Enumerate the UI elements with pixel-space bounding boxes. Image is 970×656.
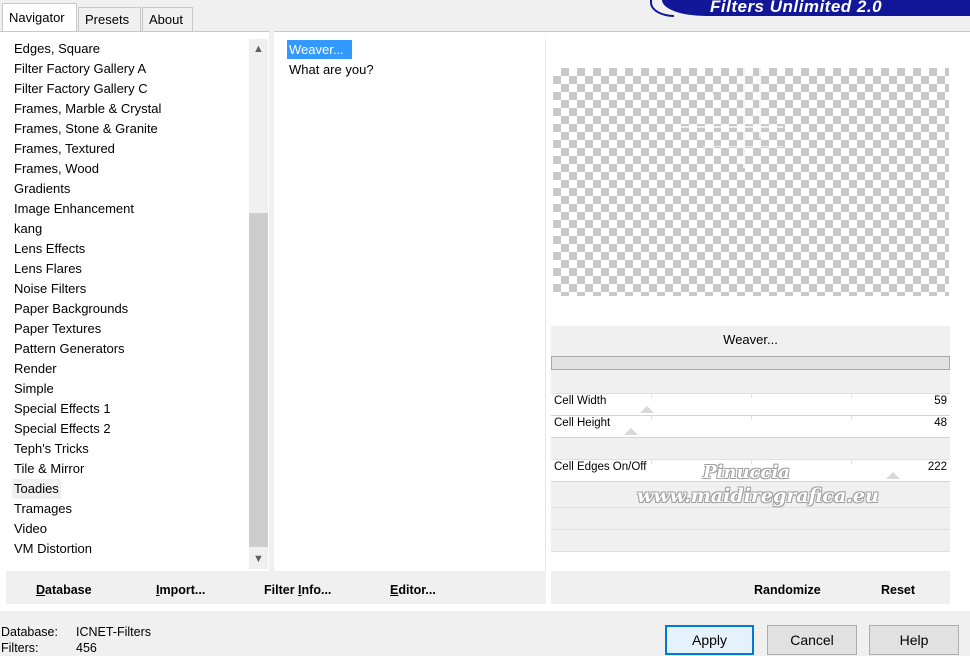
category-item[interactable]: VM Distortion xyxy=(12,539,94,559)
param-row-spacer xyxy=(551,372,950,394)
chevron-down-icon: ▼ xyxy=(253,553,264,565)
param-slider-row[interactable]: Cell Width 59 xyxy=(551,394,950,416)
category-item[interactable]: kang xyxy=(12,219,44,239)
filter-item[interactable]: Weaver... xyxy=(287,40,352,59)
slider-thumb-icon[interactable] xyxy=(640,406,654,413)
editor-button[interactable]: Editor... xyxy=(390,582,436,598)
category-item[interactable]: Toadies xyxy=(12,479,61,499)
category-item[interactable]: Simple xyxy=(12,379,56,399)
param-slider-row[interactable]: Cell Height 48 xyxy=(551,416,950,438)
category-item[interactable]: Special Effects 1 xyxy=(12,399,113,419)
filter-item[interactable]: What are you? xyxy=(287,60,376,79)
filter-title: Weaver... xyxy=(723,332,778,347)
help-button[interactable]: Help xyxy=(869,625,959,655)
randomize-button[interactable]: Randomize xyxy=(754,582,821,598)
scroll-thumb[interactable] xyxy=(249,213,268,547)
category-item[interactable]: Tramages xyxy=(12,499,74,519)
category-item[interactable]: Render xyxy=(12,359,59,379)
apply-button[interactable]: Apply xyxy=(665,625,754,655)
scroll-down-button[interactable]: ▼ xyxy=(249,549,268,569)
category-item[interactable]: Filter Factory Gallery A xyxy=(12,59,148,79)
category-item[interactable]: Tile & Mirror xyxy=(12,459,86,479)
preview-image xyxy=(553,68,949,296)
category-item[interactable]: Special Effects 2 xyxy=(12,419,113,439)
category-item[interactable]: Frames, Textured xyxy=(12,139,117,159)
category-item[interactable]: Paper Backgrounds xyxy=(12,299,130,319)
cancel-button[interactable]: Cancel xyxy=(767,625,857,655)
tab-navigator[interactable]: Navigator xyxy=(2,3,77,31)
param-label: Cell Width xyxy=(554,395,607,407)
category-item[interactable]: Edges, Square xyxy=(12,39,102,59)
category-item[interactable]: Lens Flares xyxy=(12,259,84,279)
tab-navigator-label: Navigator xyxy=(9,10,65,25)
category-item[interactable]: Frames, Marble & Crystal xyxy=(12,99,163,119)
column-divider xyxy=(545,39,546,571)
category-item[interactable]: Video xyxy=(12,519,49,539)
column-divider xyxy=(269,31,274,571)
category-item[interactable]: Teph's Tricks xyxy=(12,439,91,459)
category-item[interactable]: Pattern Generators xyxy=(12,339,127,359)
status-database: Database: ICNET-Filters xyxy=(1,625,151,639)
param-value: 48 xyxy=(934,417,947,429)
tab-presets-label: Presets xyxy=(85,12,130,27)
status-filters: Filters: 456 xyxy=(1,641,97,655)
category-item[interactable]: Filter Factory Gallery C xyxy=(12,79,150,99)
app-logo: Filters Unlimited 2.0 xyxy=(662,0,970,16)
slider-thumb-icon[interactable] xyxy=(624,428,638,435)
category-item[interactable]: Frames, Wood xyxy=(12,159,101,179)
category-list[interactable]: Edges, Square Filter Factory Gallery A Fil… xyxy=(8,39,248,569)
param-row-empty xyxy=(551,508,950,530)
param-label: Cell Edges On/Off xyxy=(554,461,647,473)
tab-presets[interactable]: Presets xyxy=(78,7,141,31)
tab-about[interactable]: About xyxy=(142,7,193,31)
scroll-up-button[interactable]: ▲ xyxy=(249,39,268,59)
param-label: Cell Height xyxy=(554,417,611,429)
import-button[interactable]: Import... xyxy=(156,582,205,598)
slider-thumb-icon[interactable] xyxy=(886,472,900,479)
param-row-empty xyxy=(551,530,950,552)
progress-bar xyxy=(551,356,950,370)
category-item[interactable]: Paper Textures xyxy=(12,319,103,339)
category-item[interactable]: Image Enhancement xyxy=(12,199,136,219)
chevron-up-icon: ▲ xyxy=(253,43,264,55)
filter-info-button[interactable]: Filter Info... xyxy=(264,582,331,598)
database-button[interactable]: Database xyxy=(36,582,92,598)
category-scrollbar[interactable]: ▲ ▼ xyxy=(249,39,268,569)
category-item[interactable]: Noise Filters xyxy=(12,279,88,299)
category-item[interactable]: Lens Effects xyxy=(12,239,87,259)
category-item[interactable]: Gradients xyxy=(12,179,72,199)
watermark-name: Pinuccia xyxy=(703,462,790,483)
param-row-empty xyxy=(551,438,950,460)
reset-button[interactable]: Reset xyxy=(881,582,915,598)
param-value: 222 xyxy=(927,461,947,473)
param-value: 59 xyxy=(934,395,947,407)
category-item[interactable]: Frames, Stone & Granite xyxy=(12,119,160,139)
watermark-url: www.maidiregrafica.eu xyxy=(637,485,879,507)
tab-about-label: About xyxy=(149,12,183,27)
